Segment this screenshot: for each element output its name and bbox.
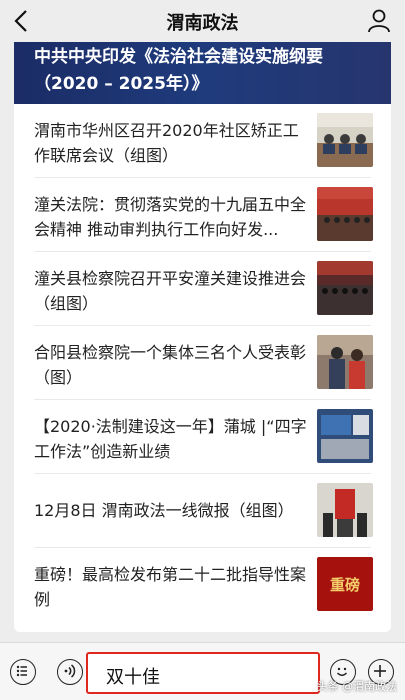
list-item[interactable]: 合阳县检察院一个集体三名个人受表彰（图） xyxy=(34,326,373,400)
list-item[interactable]: 重磅！最高检发布第二十二批指导性案例 重磅 xyxy=(34,548,373,622)
hero-title: 中共中央印发《法治社会建设实施纲要（2020 – 2025年）》 xyxy=(34,47,323,94)
voice-icon[interactable] xyxy=(57,659,83,685)
article-thumbnail xyxy=(317,113,373,167)
article-title: 合阳县检察院一个集体三名个人受表彰（图） xyxy=(34,343,307,387)
article-thumbnail xyxy=(317,483,373,537)
nav-bar: 渭南政法 xyxy=(0,0,405,42)
list-item[interactable]: 【2020·法制建设这一年】蒲城 |“四字工作法”创造新业绩 xyxy=(34,400,373,474)
thumbnail-text: 重磅 xyxy=(330,576,360,594)
menu-list-icon[interactable] xyxy=(10,659,36,685)
article-thumbnail xyxy=(317,261,373,315)
list-item[interactable]: 12月8日 渭南政法一线微报（组图） xyxy=(34,474,373,548)
article-title: 渭南市华州区召开2020年社区矫正工作联席会议（组图） xyxy=(34,121,299,165)
article-card: 中共中央印发《法治社会建设实施纲要（2020 – 2025年）》 渭南市华州区召… xyxy=(14,42,391,632)
article-thumbnail xyxy=(317,409,373,463)
watermark: 头条 @渭南政法 xyxy=(316,680,398,693)
message-input-value: 双十佳 xyxy=(106,667,160,688)
profile-icon[interactable] xyxy=(367,8,391,34)
article-title: 12月8日 渭南政法一线微报（组图） xyxy=(34,501,294,520)
list-item[interactable]: 渭南市华州区召开2020年社区矫正工作联席会议（组图） xyxy=(34,104,373,178)
message-input[interactable]: 双十佳 xyxy=(86,652,320,694)
list-item[interactable]: 潼关县检察院召开平安潼关建设推进会（组图） xyxy=(34,252,373,326)
page-title: 渭南政法 xyxy=(166,13,239,34)
hero-banner[interactable]: 中共中央印发《法治社会建设实施纲要（2020 – 2025年）》 xyxy=(14,42,391,104)
article-title: 潼关县检察院召开平安潼关建设推进会（组图） xyxy=(34,269,307,313)
article-thumbnail xyxy=(317,335,373,389)
article-title: 【2020·法制建设这一年】蒲城 |“四字工作法”创造新业绩 xyxy=(34,417,307,461)
article-title: 潼关法院：贯彻落实党的十九届五中全会精神 推动审判执行工作向好发... xyxy=(34,195,307,239)
article-thumbnail: 重磅 xyxy=(317,557,373,611)
article-thumbnail xyxy=(317,187,373,241)
article-title: 重磅！最高检发布第二十二批指导性案例 xyxy=(34,565,307,609)
list-item[interactable]: 潼关法院：贯彻落实党的十九届五中全会精神 推动审判执行工作向好发... xyxy=(34,178,373,252)
article-list: 渭南市华州区召开2020年社区矫正工作联席会议（组图） 潼关法院：贯彻落实党的十… xyxy=(14,104,391,622)
